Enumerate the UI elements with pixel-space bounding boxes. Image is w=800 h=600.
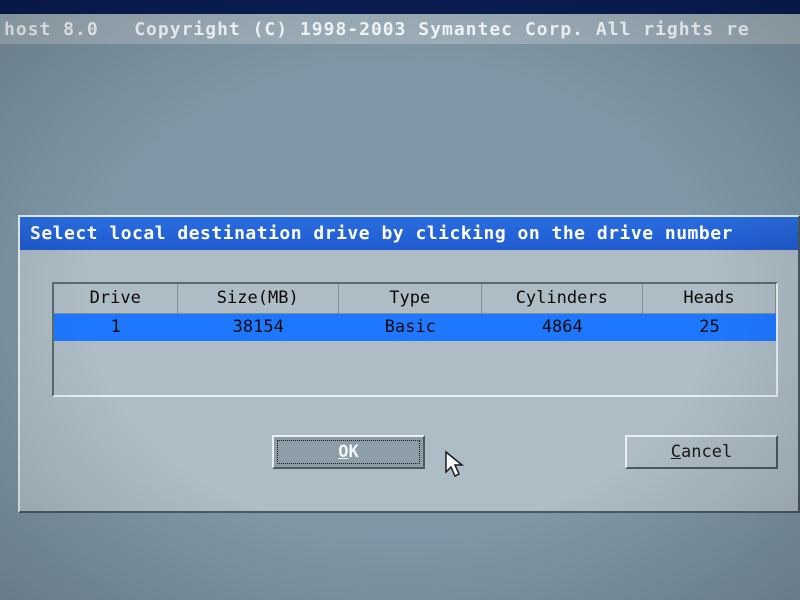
cell-cylinders: 4864 [482, 314, 644, 341]
col-heads[interactable]: Heads [643, 284, 776, 314]
cancel-button-mnemonic: C [671, 442, 681, 462]
col-cylinders[interactable]: Cylinders [482, 284, 644, 314]
col-size[interactable]: Size(MB) [178, 284, 340, 314]
product-name: host 8.0 [4, 19, 99, 40]
ok-button-post: K [349, 442, 359, 462]
app-header: host 8.0 Copyright (C) 1998-2003 Symante… [0, 14, 800, 44]
select-drive-dialog: Select local destination drive by clicki… [18, 215, 800, 513]
cell-heads: 25 [643, 314, 776, 341]
table-row[interactable]: 1 38154 Basic 4864 25 [54, 314, 776, 341]
dialog-title: Select local destination drive by clicki… [20, 217, 798, 250]
button-row: OK Cancel [52, 397, 778, 487]
cancel-button-post: ancel [681, 442, 732, 462]
copyright-text: Copyright (C) 1998-2003 Symantec Corp. A… [134, 19, 750, 40]
ok-button[interactable]: OK [272, 435, 425, 469]
crt-top-band [0, 0, 800, 14]
dialog-body: Drive Size(MB) Type Cylinders Heads 1 38… [20, 250, 798, 511]
col-drive[interactable]: Drive [54, 284, 178, 314]
col-type[interactable]: Type [339, 284, 482, 314]
cell-type: Basic [339, 314, 482, 341]
cell-size: 38154 [178, 314, 340, 341]
cell-drive: 1 [54, 314, 178, 341]
grid-empty-area [54, 341, 776, 395]
drive-grid: Drive Size(MB) Type Cylinders Heads 1 38… [52, 282, 778, 397]
grid-header-row: Drive Size(MB) Type Cylinders Heads [54, 284, 776, 314]
ok-button-mnemonic: O [338, 442, 348, 462]
cancel-button[interactable]: Cancel [625, 435, 778, 469]
